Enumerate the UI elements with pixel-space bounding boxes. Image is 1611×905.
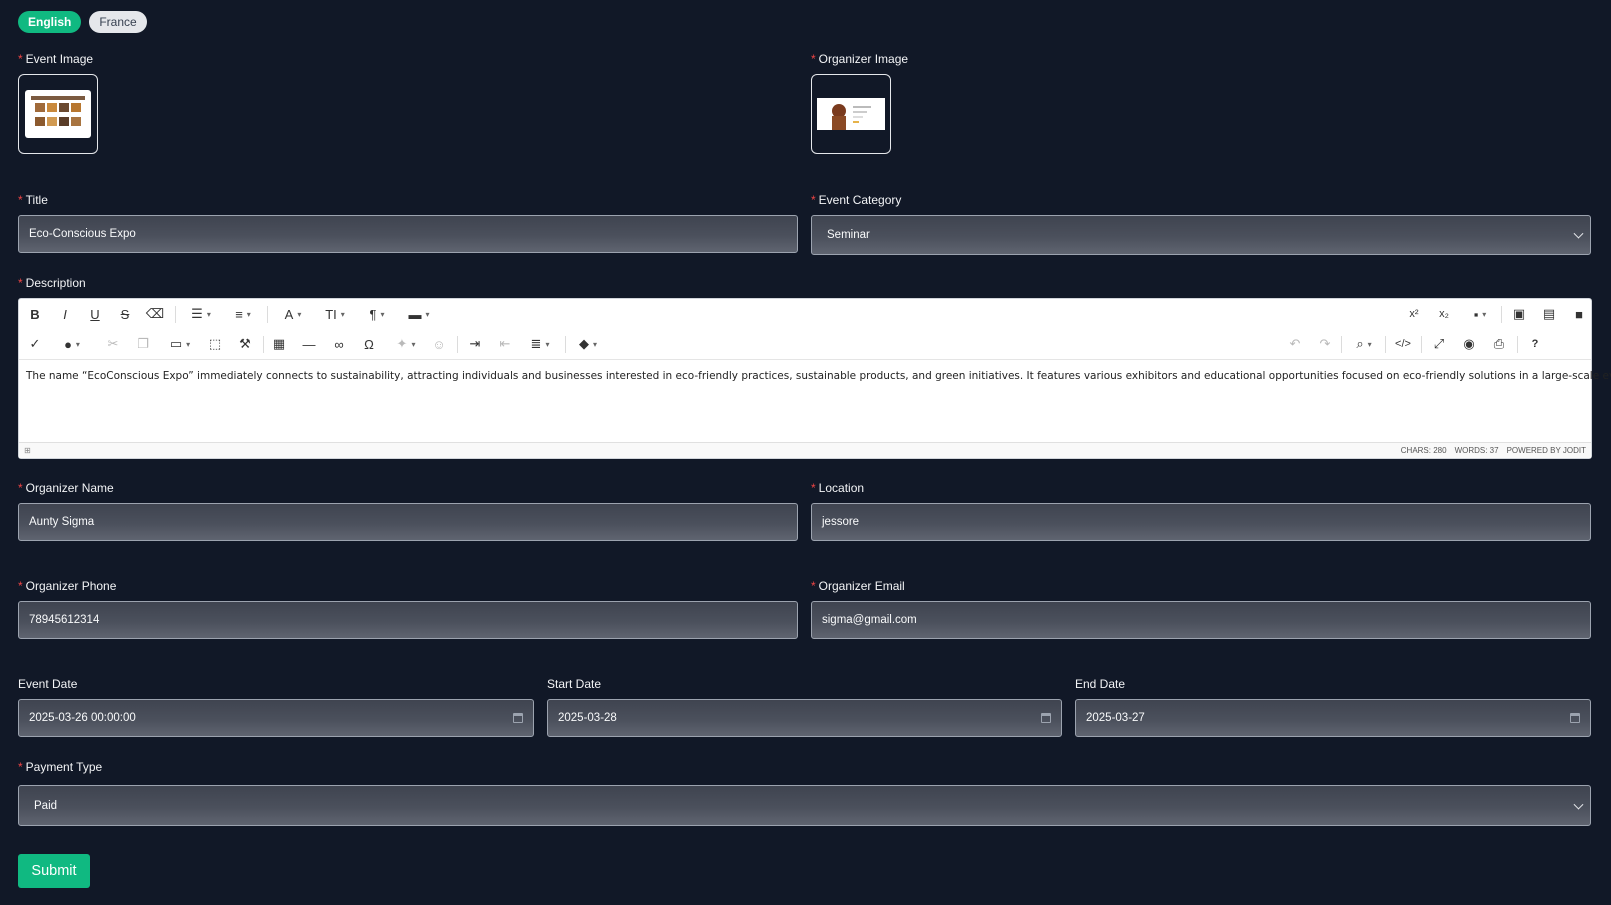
event-category-select[interactable]: Seminar bbox=[811, 215, 1591, 255]
start-date-label: Start Date bbox=[547, 677, 602, 691]
title-label: * Title bbox=[18, 193, 48, 207]
underline-button[interactable]: U bbox=[85, 299, 105, 329]
word-count: WORDS: 37 bbox=[1454, 446, 1499, 455]
event-date-value: 2025-03-26 00:00:00 bbox=[29, 712, 136, 724]
powered-by-link[interactable]: POWERED BY JODIT bbox=[1507, 446, 1586, 455]
calendar-icon[interactable] bbox=[1041, 713, 1051, 723]
event-image-upload[interactable] bbox=[18, 74, 98, 154]
organizer-email-label: * Organizer Email bbox=[811, 579, 905, 593]
document-icon[interactable]: ▤ bbox=[1537, 299, 1561, 329]
chevron-down-icon bbox=[1573, 228, 1584, 239]
organizer-phone-input[interactable]: 78945612314 bbox=[18, 601, 798, 639]
char-count: CHARS: 280 bbox=[1400, 446, 1447, 455]
payment-type-value: Paid bbox=[34, 799, 58, 812]
italic-button[interactable]: I bbox=[55, 299, 75, 329]
emoji-icon[interactable]: ☺ bbox=[429, 329, 449, 359]
help-button[interactable]: ? bbox=[1523, 329, 1547, 359]
title-input[interactable]: Eco-Conscious Expo bbox=[18, 215, 798, 253]
select-all-icon[interactable]: ⬚ bbox=[205, 329, 225, 359]
resize-handle-icon[interactable]: ⊞ bbox=[24, 446, 31, 455]
image-icon[interactable]: ▣ bbox=[1507, 299, 1531, 329]
location-input[interactable]: jessore bbox=[811, 503, 1591, 541]
organizer-email-input[interactable]: sigma@gmail.com bbox=[811, 601, 1591, 639]
end-date-label: End Date bbox=[1075, 677, 1126, 691]
organizer-name-input[interactable]: Aunty Sigma bbox=[18, 503, 798, 541]
font-size-button[interactable]: TI ▾ bbox=[317, 299, 353, 329]
indent-icon[interactable]: ⇥ bbox=[465, 329, 485, 359]
submit-button[interactable]: Submit bbox=[18, 854, 90, 888]
cut-icon[interactable]: ✂ bbox=[103, 329, 123, 359]
event-image-label: * Event Image bbox=[18, 52, 94, 66]
link-icon[interactable]: ∞ bbox=[329, 329, 349, 359]
microphone-icon[interactable]: ● ▾ bbox=[55, 329, 89, 359]
event-category-value: Seminar bbox=[827, 229, 870, 241]
source-code-icon[interactable]: </> bbox=[1391, 329, 1415, 359]
editor-toolbar-row-2: ✓ ● ▾ ✂ ❐ ▭ ▾ ⬚ ⚒ ▦ — ∞ Ω ✦ ▾ ☺ ⇥ ⇤ ≣ ▾ ◆ ▾ ↶… bbox=[19, 329, 1591, 359]
font-icon: A bbox=[284, 306, 294, 322]
color-icon[interactable]: ◆ ▾ bbox=[571, 329, 605, 359]
copy-icon[interactable]: ❐ bbox=[133, 329, 153, 359]
calendar-icon[interactable] bbox=[513, 713, 523, 723]
copy-format-icon[interactable]: ⚒ bbox=[235, 329, 255, 359]
search-icon[interactable]: ⌕ ▾ bbox=[1347, 329, 1381, 359]
outdent-icon[interactable]: ⇤ bbox=[495, 329, 515, 359]
bold-button[interactable]: B bbox=[25, 299, 45, 329]
description-editor: B I U S ⌫ ☰ ▾ ≡ ▾ A ▾ TI ▾ ¶ ▾ ▬ ▾ x² x₂ ▪ ▾ ▣ … bbox=[18, 298, 1611, 459]
payment-type-label: * Payment Type bbox=[18, 760, 103, 774]
start-date-value: 2025-03-28 bbox=[558, 712, 617, 724]
end-date-value: 2025-03-27 bbox=[1086, 712, 1145, 724]
font-button[interactable]: A ▾ bbox=[275, 299, 311, 329]
payment-type-select[interactable]: Paid bbox=[18, 785, 1591, 826]
class-span-icon[interactable]: ▬ ▾ bbox=[401, 299, 437, 329]
location-label: * Location bbox=[811, 481, 865, 495]
video-icon[interactable]: ■ bbox=[1567, 299, 1591, 329]
organizer-phone-label: * Organizer Phone bbox=[18, 579, 117, 593]
paragraph-button[interactable]: ¶ ▾ bbox=[359, 299, 395, 329]
bullet-list-icon[interactable]: ☰ ▾ bbox=[183, 299, 219, 329]
font-size-icon: TI bbox=[325, 306, 337, 322]
event-category-label: * Event Category bbox=[811, 193, 902, 207]
subscript-button[interactable]: x₂ bbox=[1433, 299, 1455, 329]
editor-status-bar: ⊞ CHARS: 280 WORDS: 37 POWERED BY JODIT bbox=[19, 442, 1591, 458]
align-icon[interactable]: ≣ ▾ bbox=[523, 329, 557, 359]
lang-france-button[interactable]: France bbox=[89, 11, 147, 33]
event-date-label: Event Date bbox=[18, 677, 78, 691]
spellcheck-icon[interactable]: ✓ bbox=[25, 329, 45, 359]
event-image-thumbnail bbox=[25, 90, 91, 138]
redo-icon[interactable]: ↷ bbox=[1315, 329, 1335, 359]
editor-content[interactable]: The name “EcoConscious Expo” immediately… bbox=[26, 369, 1611, 383]
organizer-image-upload[interactable] bbox=[811, 74, 891, 154]
organizer-image-thumbnail bbox=[817, 98, 885, 130]
horizontal-line-icon[interactable]: — bbox=[299, 329, 319, 359]
magic-icon[interactable]: ✦ ▾ bbox=[389, 329, 423, 359]
print-icon[interactable]: ⎙ bbox=[1487, 329, 1511, 359]
preview-eye-icon[interactable]: ◉ bbox=[1457, 329, 1481, 359]
start-date-input[interactable]: 2025-03-28 bbox=[547, 699, 1062, 737]
organizer-image-label: * Organizer Image bbox=[811, 52, 909, 66]
file-icon[interactable]: ▪ ▾ bbox=[1463, 299, 1497, 329]
description-label: * Description bbox=[18, 276, 86, 290]
language-switcher: English France bbox=[18, 11, 147, 33]
lang-english-button[interactable]: English bbox=[18, 11, 82, 33]
eraser-icon[interactable]: ⌫ bbox=[145, 299, 165, 329]
chevron-down-icon bbox=[1573, 799, 1584, 810]
event-date-input[interactable]: 2025-03-26 00:00:00 bbox=[18, 699, 534, 737]
special-character-button[interactable]: Ω bbox=[359, 329, 379, 359]
editor-toolbar-row-1: B I U S ⌫ ☰ ▾ ≡ ▾ A ▾ TI ▾ ¶ ▾ ▬ ▾ x² x₂ ▪ ▾ ▣ … bbox=[19, 299, 1591, 329]
paste-icon[interactable]: ▭ ▾ bbox=[163, 329, 197, 359]
numbered-list-icon[interactable]: ≡ ▾ bbox=[225, 299, 261, 329]
undo-icon[interactable]: ↶ bbox=[1285, 329, 1305, 359]
strikethrough-button[interactable]: S bbox=[115, 299, 135, 329]
table-icon[interactable]: ▦ bbox=[269, 329, 289, 359]
end-date-input[interactable]: 2025-03-27 bbox=[1075, 699, 1591, 737]
calendar-icon[interactable] bbox=[1570, 713, 1580, 723]
superscript-button[interactable]: x² bbox=[1403, 299, 1425, 329]
organizer-name-label: * Organizer Name bbox=[18, 481, 114, 495]
paragraph-icon: ¶ bbox=[369, 306, 377, 322]
fullscreen-icon[interactable]: ⤢ bbox=[1427, 329, 1451, 359]
